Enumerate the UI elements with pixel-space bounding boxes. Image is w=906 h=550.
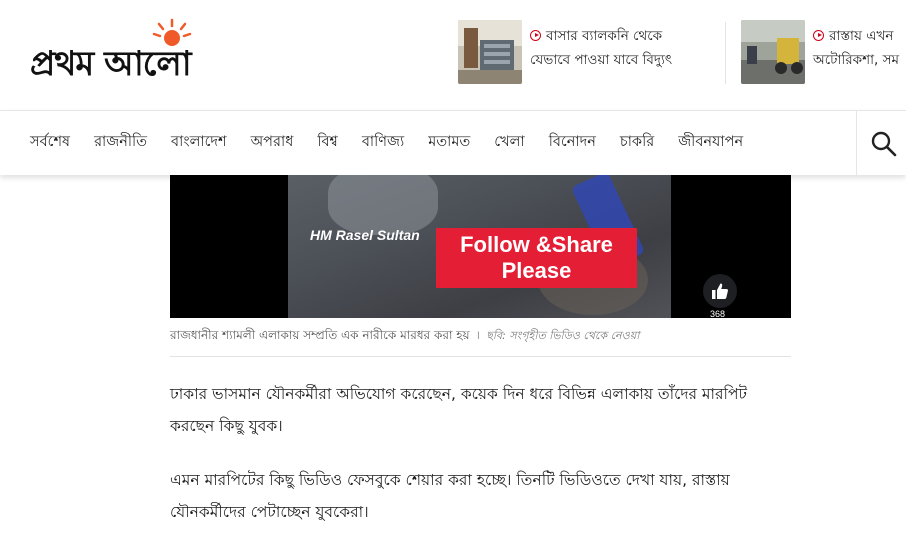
nav-item-opinion[interactable]: মতামত <box>428 131 470 155</box>
nav-item-jobs[interactable]: চাকরি <box>620 131 654 155</box>
nav-item-latest[interactable]: সর্বশেষ <box>30 131 70 155</box>
nav-item-lifestyle[interactable]: জীবনযাপন <box>678 131 743 155</box>
teaser-line-2: যেভাবে পাওয়া যাবে বিদ্যুৎ <box>530 52 673 68</box>
nav-item-crime[interactable]: অপরাধ <box>251 131 294 155</box>
caption-separator: । <box>475 328 481 342</box>
watermark-line-1: Follow &Share <box>460 232 613 257</box>
teaser-thumbnail[interactable] <box>458 20 522 84</box>
caption-credit: ছবি: সংগৃহীত ভিডিও থেকে নেওয়া <box>486 329 640 342</box>
nav-item-business[interactable]: বাণিজ্য <box>362 131 404 155</box>
teaser-text[interactable]: বাসার ব্যালকনি থেকে যেভাবে পাওয়া যাবে ব… <box>530 24 672 72</box>
main-navigation: সর্বশেষ রাজনীতি বাংলাদেশ অপরাধ বিশ্ব বাণ… <box>0 110 906 175</box>
teaser-line-1: রাস্তায় এখন <box>829 28 894 44</box>
video-play-icon <box>530 30 541 41</box>
nav-item-entertainment[interactable]: বিনোদন <box>549 131 596 155</box>
teaser-line-1: বাসার ব্যালকনি থেকে <box>546 28 663 44</box>
article-body: ঢাকার ভাসমান যৌনকর্মীরা অভিযোগ করেছেন, ক… <box>170 378 791 550</box>
teaser-autorickshaw[interactable]: রাস্তায় এখন অটোরিকশা, সম <box>741 20 906 86</box>
thumbs-up-icon <box>712 283 728 299</box>
site-logo[interactable]: প্রথম আলো <box>30 16 305 86</box>
teaser-balcony-electricity[interactable]: বাসার ব্যালকনি থেকে যেভাবে পাওয়া যাবে ব… <box>458 20 718 86</box>
nav-item-politics[interactable]: রাজনীতি <box>94 131 147 155</box>
like-count: 368 <box>710 309 726 318</box>
search-button[interactable] <box>856 111 906 175</box>
image-caption: রাজধানীর শ্যামলী এলাকায় সম্প্রতি এক নার… <box>170 326 639 347</box>
nav-menu: সর্বশেষ রাজনীতি বাংলাদেশ অপরাধ বিশ্ব বাণ… <box>30 111 767 175</box>
teaser-line-2: অটোরিকশা, সম <box>813 52 900 68</box>
teaser-thumbnail[interactable] <box>741 20 805 84</box>
caption-text: রাজধানীর শ্যামলী এলাকায় সম্প্রতি এক নার… <box>170 328 470 342</box>
video-watermark-name: HM Rasel Sultan <box>310 227 420 243</box>
video-watermark-banner: Follow &Share Please <box>436 228 637 288</box>
nav-item-sports[interactable]: খেলা <box>494 131 524 155</box>
article-paragraph: ঢাকার ভাসমান যৌনকর্মীরা অভিযোগ করেছেন, ক… <box>170 385 747 435</box>
like-button[interactable] <box>703 274 737 308</box>
logo-text: প্রথম আলো <box>30 44 192 84</box>
nav-item-bangladesh[interactable]: বাংলাদেশ <box>171 131 227 155</box>
video-play-icon <box>813 30 824 41</box>
divider <box>170 356 791 357</box>
article-paragraph: এমন মারপিটের কিছু ভিডিও ফেসবুকে শেয়ার ক… <box>170 471 730 521</box>
video-player[interactable]: HM Rasel Sultan Follow &Share Please 368 <box>170 175 791 318</box>
watermark-line-2: Please <box>501 258 572 283</box>
site-header: প্রথম আলো বাসার ব্যালকনি থেকে যেভাবে পাও… <box>0 0 906 110</box>
teaser-divider <box>725 22 726 84</box>
teaser-text[interactable]: রাস্তায় এখন অটোরিকশা, সম <box>813 24 899 72</box>
search-icon <box>871 131 897 157</box>
video-scene-shape <box>328 175 438 235</box>
nav-item-world[interactable]: বিশ্ব <box>317 131 338 155</box>
